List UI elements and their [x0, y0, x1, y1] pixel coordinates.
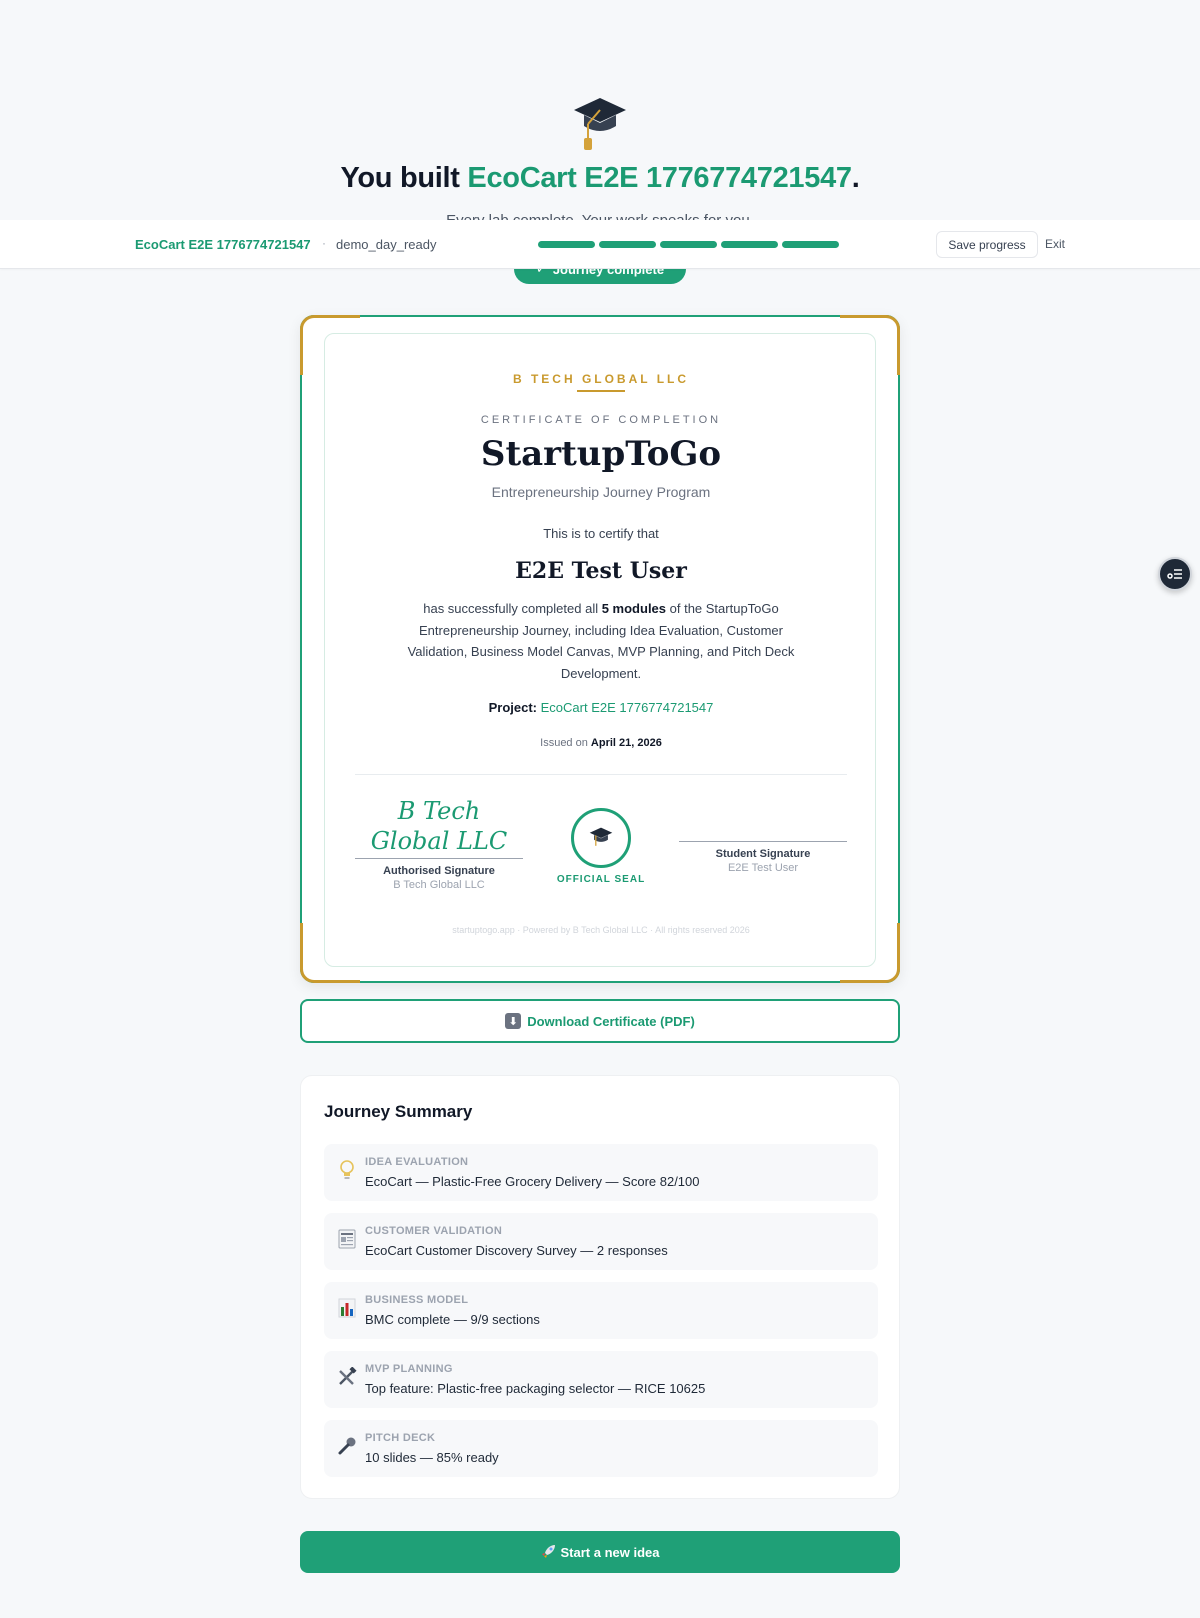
summary-item-pitch-deck: PITCH DECK 10 slides — 85% ready: [324, 1420, 878, 1477]
list-icon: [1167, 569, 1182, 579]
issued-date: Issued on April 21, 2026: [540, 737, 662, 749]
topbar-separator: ·: [322, 236, 326, 250]
save-progress-button[interactable]: Save progress: [936, 231, 1038, 258]
journey-summary-title: Journey Summary: [324, 1102, 473, 1121]
progress-segment: [538, 241, 595, 248]
download-icon: ⬇: [505, 1013, 522, 1029]
program-name: StartupToGo: [480, 434, 722, 474]
summary-item-mvp-planning: MVP PLANNING Top feature: Plastic-free p…: [324, 1351, 878, 1408]
seal-circle: [571, 808, 631, 868]
authorised-signature-block: B Tech Global LLC Authorised Signature B…: [355, 796, 523, 891]
certificate-footer: startuptogo.app · Powered by B Tech Glob…: [452, 925, 750, 935]
graduation-cap-icon: [574, 98, 626, 150]
program-subtitle: Entrepreneurship Journey Program: [491, 484, 711, 500]
top-bar: EcoCart E2E 1776774721547 · demo_day_rea…: [0, 220, 1200, 269]
tools-icon: [336, 1366, 358, 1388]
official-seal: OFFICIAL SEAL: [551, 808, 651, 885]
newspaper-icon: [336, 1228, 358, 1250]
certificate-project: Project: EcoCart E2E 1776774721547: [488, 700, 714, 715]
graduation-cap-icon: [589, 827, 613, 846]
authorised-signature-label: Authorised Signature: [383, 865, 495, 877]
topbar-stage: demo_day_ready: [336, 237, 437, 252]
summary-item-idea-evaluation: IDEA EVALUATION EcoCart — Plastic-Free G…: [324, 1144, 878, 1201]
signature-line: [679, 841, 847, 842]
seal-label: OFFICIAL SEAL: [556, 874, 646, 885]
start-new-idea-button[interactable]: Start a new idea: [300, 1531, 900, 1573]
student-signature-block: Student Signature E2E Test User: [679, 841, 847, 874]
progress-segment: [660, 241, 717, 248]
bar-chart-icon: [336, 1297, 358, 1319]
certify-text: This is to certify that: [543, 526, 659, 541]
microphone-icon: [336, 1435, 358, 1457]
summary-item-business-model: BUSINESS MODEL BMC complete — 9/9 sectio…: [324, 1282, 878, 1339]
certificate-body: has successfully completed all 5 modules…: [407, 601, 795, 681]
hero-project-name: EcoCart E2E 1776774721547: [467, 162, 852, 194]
progress-segment: [782, 241, 839, 248]
student-signature-name: E2E Test User: [727, 862, 799, 874]
hero-title: You built EcoCart E2E 1776774721547.: [340, 162, 860, 194]
journey-summary: Journey Summary IDEA EVALUATION EcoCart …: [300, 1075, 900, 1499]
exit-button[interactable]: Exit: [1045, 237, 1065, 251]
certificate-type: CERTIFICATE OF COMPLETION: [480, 414, 722, 426]
rocket-icon: [541, 1543, 557, 1562]
certificate-inner: B TECH GLOBAL LLC CERTIFICATE OF COMPLET…: [324, 333, 876, 967]
certificate-issuer: B TECH GLOBAL LLC: [512, 372, 690, 386]
floating-menu-button[interactable]: [1158, 557, 1192, 591]
divider: [355, 774, 847, 775]
download-certificate-button[interactable]: ⬇ Download Certificate (PDF): [300, 999, 900, 1043]
progress-segments: [538, 241, 839, 248]
student-signature-label: Student Signature: [715, 848, 811, 860]
authorised-signature-name: B Tech Global LLC: [393, 879, 485, 891]
progress-segment: [721, 241, 778, 248]
lightbulb-icon: [336, 1159, 358, 1181]
issuer-underline: [577, 390, 625, 392]
progress-segment: [599, 241, 656, 248]
signature-line: [355, 858, 523, 859]
summary-item-customer-validation: CUSTOMER VALIDATION EcoCart Customer Dis…: [324, 1213, 878, 1270]
recipient-name: E2E Test User: [515, 558, 687, 584]
handwritten-signature: B Tech Global LLC: [370, 797, 508, 855]
certificate-card: B TECH GLOBAL LLC CERTIFICATE OF COMPLET…: [300, 315, 900, 983]
topbar-project-name[interactable]: EcoCart E2E 1776774721547: [135, 237, 311, 252]
